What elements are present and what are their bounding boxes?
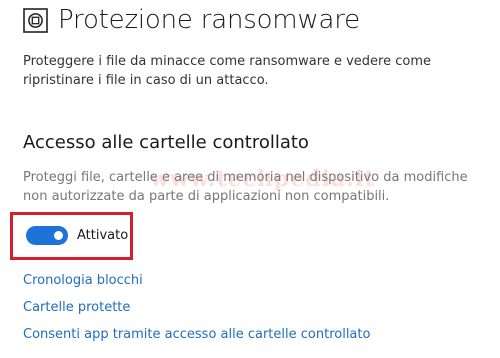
- block-history-link[interactable]: Cronologia blocchi: [23, 272, 143, 290]
- page-header: Protezione ransomware: [23, 5, 360, 35]
- intro-text: Proteggere i file da minacce come ransom…: [23, 54, 431, 88]
- allow-app-link[interactable]: Consenti app tramite accesso alle cartel…: [23, 326, 370, 344]
- section-description: Proteggi file, cartelle e aree di memori…: [23, 170, 468, 204]
- controlled-folder-access-toggle[interactable]: [26, 226, 68, 245]
- protected-folders-link[interactable]: Cartelle protette: [23, 299, 130, 317]
- section-heading: Accesso alle cartelle controllato: [23, 132, 309, 153]
- ransomware-shield-icon: [23, 7, 48, 33]
- toggle-knob: [54, 231, 63, 240]
- toggle-highlight-box: Attivato: [10, 212, 133, 260]
- page-title: Protezione ransomware: [58, 5, 360, 35]
- toggle-label: Attivato: [77, 228, 129, 243]
